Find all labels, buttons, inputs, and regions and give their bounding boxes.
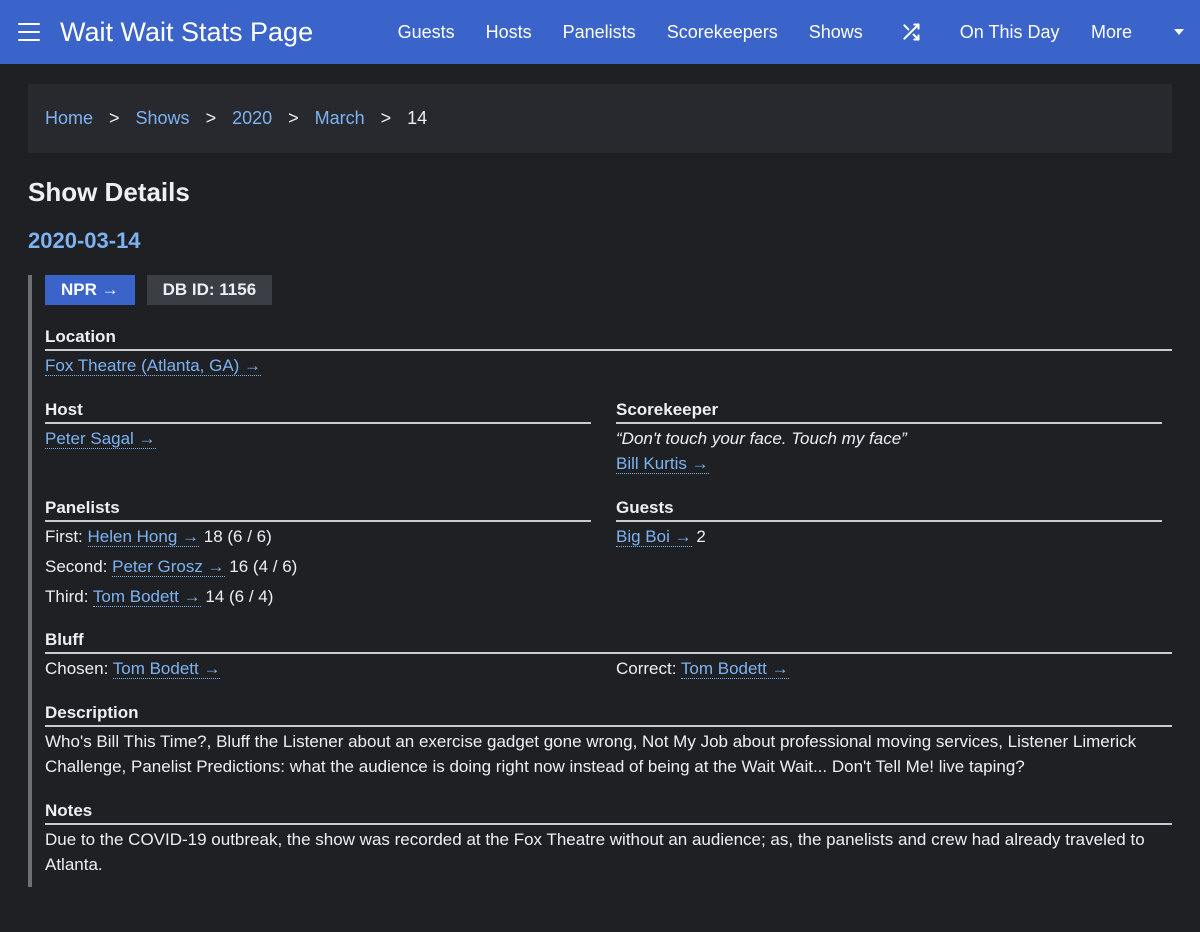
bluff-chosen-link[interactable]: Tom Bodett → bbox=[112, 659, 221, 679]
main-nav: Guests Hosts Panelists Scorekeepers Show… bbox=[382, 0, 1200, 64]
nav-hosts[interactable]: Hosts bbox=[470, 22, 547, 43]
panelist-score: 16 (4 / 6) bbox=[229, 557, 298, 576]
nav-on-this-day[interactable]: On This Day bbox=[944, 22, 1075, 43]
panelist-rank: First: bbox=[45, 527, 83, 546]
description-section: Description Who's Bill This Time?, Bluff… bbox=[45, 703, 1172, 779]
nav-more-label: More bbox=[1090, 21, 1132, 42]
guest-link[interactable]: Big Boi → bbox=[616, 527, 692, 547]
bluff-chosen: Chosen: Tom Bodett → bbox=[45, 656, 591, 681]
panelists-heading: Panelists bbox=[45, 498, 591, 522]
panelists-section: Panelists First: Helen Hong → 18 (6 / 6)… bbox=[45, 498, 591, 612]
panelist-rank: Second: bbox=[45, 557, 108, 576]
breadcrumb-month[interactable]: March bbox=[315, 108, 365, 129]
npr-link-button[interactable]: NPR → bbox=[45, 275, 135, 305]
panelists-guests-row: Panelists First: Helen Hong → 18 (6 / 6)… bbox=[45, 498, 1172, 612]
panelist-row: Third: Tom Bodett → 14 (6 / 4) bbox=[45, 582, 591, 612]
breadcrumb-separator: > bbox=[288, 108, 299, 128]
location-link[interactable]: Fox Theatre (Atlanta, GA) → bbox=[45, 356, 262, 376]
breadcrumb-separator: > bbox=[380, 108, 392, 128]
host-section: Host Peter Sagal → bbox=[45, 400, 591, 476]
nav-guests[interactable]: Guests bbox=[382, 22, 470, 43]
site-brand[interactable]: Wait Wait Stats Page bbox=[60, 17, 313, 48]
scorekeeper-section: Scorekeeper “Don't touch your face. Touc… bbox=[616, 400, 1162, 476]
breadcrumb-current-day: 14 bbox=[407, 108, 428, 128]
bluff-correct-link[interactable]: Tom Bodett → bbox=[680, 659, 789, 679]
location-section: Location Fox Theatre (Atlanta, GA) → bbox=[45, 327, 1172, 378]
bluff-correct-label: Correct: bbox=[616, 659, 677, 678]
scorekeeper-quote: “Don't touch your face. Touch my face” bbox=[616, 429, 907, 448]
nav-scorekeepers[interactable]: Scorekeepers bbox=[651, 22, 793, 43]
description-heading: Description bbox=[45, 703, 1172, 727]
breadcrumb-separator: > bbox=[109, 108, 120, 128]
panelist-score: 18 (6 / 6) bbox=[203, 527, 272, 546]
scorekeeper-link[interactable]: Bill Kurtis → bbox=[616, 454, 709, 474]
show-details: NPR → DB ID: 1156 Location Fox Theatre (… bbox=[28, 275, 1172, 887]
notes-text: Due to the COVID-19 outbreak, the show w… bbox=[45, 830, 1145, 874]
nav-more-dropdown[interactable]: More bbox=[1075, 22, 1200, 43]
bluff-chosen-label: Chosen: bbox=[45, 659, 109, 678]
page-title: Show Details bbox=[28, 177, 190, 207]
show-date: 2020-03-14 bbox=[28, 228, 141, 253]
host-heading: Host bbox=[45, 400, 591, 424]
breadcrumb-year[interactable]: 2020 bbox=[232, 108, 272, 129]
nav-panelists[interactable]: Panelists bbox=[547, 22, 651, 43]
notes-heading: Notes bbox=[45, 801, 1172, 825]
caret-down-icon bbox=[1174, 29, 1184, 35]
bluff-section: Bluff Chosen: Tom Bodett → Correct: Tom … bbox=[45, 630, 1172, 681]
panelist-row: First: Helen Hong → 18 (6 / 6) bbox=[45, 522, 591, 552]
panelist-link[interactable]: Peter Grosz → bbox=[112, 557, 225, 577]
main-content: Home > Shows > 2020 > March > 14 Show De… bbox=[0, 64, 1200, 887]
scorekeeper-heading: Scorekeeper bbox=[616, 400, 1162, 424]
nav-shows[interactable]: Shows bbox=[793, 22, 878, 43]
guests-heading: Guests bbox=[616, 498, 1162, 522]
panelist-link[interactable]: Tom Bodett → bbox=[92, 587, 201, 607]
shuffle-icon[interactable] bbox=[878, 22, 944, 42]
breadcrumb-separator: > bbox=[205, 108, 217, 128]
panelist-rank: Third: bbox=[45, 587, 89, 606]
breadcrumb-shows[interactable]: Shows bbox=[136, 108, 190, 129]
badge-row: NPR → DB ID: 1156 bbox=[45, 275, 1172, 305]
guest-row: Big Boi → 2 bbox=[616, 522, 1162, 552]
guests-section: Guests Big Boi → 2 bbox=[616, 498, 1162, 612]
panelist-link[interactable]: Helen Hong → bbox=[87, 527, 200, 547]
host-link[interactable]: Peter Sagal → bbox=[45, 429, 156, 449]
db-id-badge: DB ID: 1156 bbox=[146, 275, 273, 305]
guest-score: 2 bbox=[696, 527, 706, 546]
menu-icon[interactable] bbox=[18, 23, 40, 41]
notes-section: Notes Due to the COVID-19 outbreak, the … bbox=[45, 801, 1172, 877]
panelist-score: 14 (6 / 4) bbox=[205, 587, 274, 606]
location-heading: Location bbox=[45, 327, 1172, 351]
description-text: Who's Bill This Time?, Bluff the Listene… bbox=[45, 732, 1137, 776]
breadcrumb: Home > Shows > 2020 > March > 14 bbox=[28, 84, 1172, 153]
panelist-row: Second: Peter Grosz → 16 (4 / 6) bbox=[45, 552, 591, 582]
top-navbar: Wait Wait Stats Page Guests Hosts Paneli… bbox=[0, 0, 1200, 64]
bluff-heading: Bluff bbox=[45, 630, 1172, 654]
bluff-correct: Correct: Tom Bodett → bbox=[616, 656, 1162, 681]
host-scorekeeper-row: Host Peter Sagal → Scorekeeper “Don't to… bbox=[45, 400, 1172, 476]
breadcrumb-home[interactable]: Home bbox=[45, 108, 93, 129]
